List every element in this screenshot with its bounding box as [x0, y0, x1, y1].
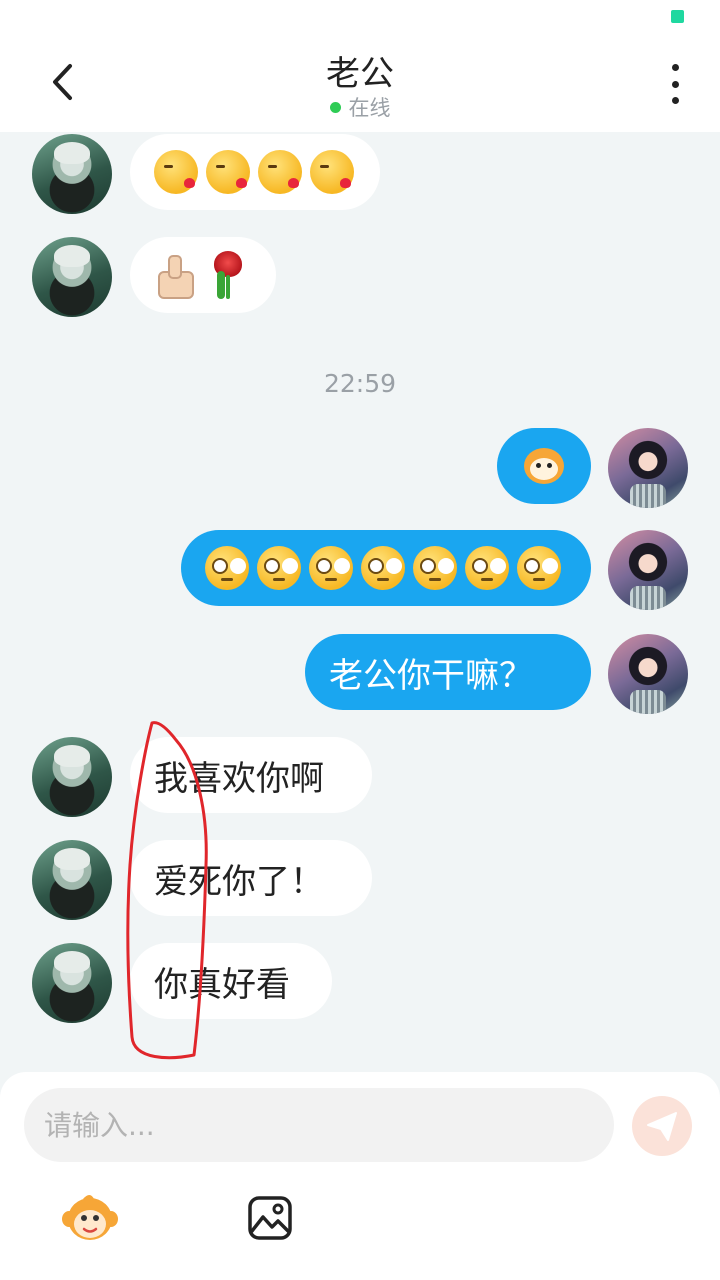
partner-avatar[interactable]: [32, 737, 112, 817]
message-text: 你真好看: [154, 964, 290, 1005]
flushed-face-emoji-icon: [517, 546, 561, 590]
message-text: 老公你干嘛？: [329, 655, 533, 696]
online-dot-icon: [329, 102, 341, 113]
message-bubble-incoming[interactable]: 爱死你了！: [130, 840, 372, 916]
send-button[interactable]: [632, 1096, 692, 1156]
monkey-sticker-icon: [524, 448, 564, 484]
contact-name: 老公: [326, 54, 394, 94]
message-composer: [0, 1072, 720, 1280]
rose-emoji-icon: [208, 251, 248, 299]
monkey-emoji-icon: [62, 1195, 118, 1240]
my-avatar[interactable]: [608, 428, 688, 508]
my-avatar[interactable]: [608, 634, 688, 714]
image-picker-button[interactable]: [240, 1188, 300, 1248]
message-bubble-outgoing[interactable]: 老公你干嘛？: [305, 634, 591, 710]
flushed-face-emoji-icon: [205, 546, 249, 590]
image-icon: [248, 1196, 292, 1240]
message-bubble-incoming[interactable]: [130, 134, 380, 210]
flushed-face-emoji-icon: [361, 546, 405, 590]
message-text: 爱死你了！: [154, 861, 324, 902]
send-icon: [647, 1112, 677, 1141]
notification-flag-icon: [671, 10, 684, 23]
partner-avatar[interactable]: [32, 237, 112, 317]
flushed-face-emoji-icon: [465, 546, 509, 590]
flushed-face-emoji-icon: [257, 546, 301, 590]
partner-avatar[interactable]: [32, 134, 112, 214]
flushed-face-emoji-icon: [413, 546, 457, 590]
partner-avatar[interactable]: [32, 840, 112, 920]
status-bar: [0, 0, 720, 36]
message-bubble-incoming[interactable]: 你真好看: [130, 943, 332, 1019]
message-input[interactable]: [24, 1088, 614, 1162]
message-timestamp: 22:59: [323, 369, 397, 398]
chat-header: 老公 在线: [0, 36, 720, 132]
kissing-heart-emoji-icon: [154, 150, 198, 194]
thumbs-up-emoji-icon: [154, 253, 198, 299]
presence-status: 在线: [0, 92, 720, 122]
partner-avatar[interactable]: [32, 943, 112, 1023]
kissing-heart-emoji-icon: [206, 150, 250, 194]
message-bubble-outgoing[interactable]: [181, 530, 591, 606]
message-bubble-incoming[interactable]: 我喜欢你啊: [130, 737, 372, 813]
flushed-face-emoji-icon: [309, 546, 353, 590]
message-bubble-outgoing[interactable]: [497, 428, 591, 504]
message-bubble-incoming[interactable]: [130, 237, 276, 313]
presence-label: 在线: [348, 96, 391, 120]
message-text: 我喜欢你啊: [154, 758, 324, 799]
my-avatar[interactable]: [608, 530, 688, 610]
message-list[interactable]: 22:59 老公你干嘛？ 我喜欢你啊 爱死你了！ 你真好看: [0, 132, 720, 1072]
kissing-heart-emoji-icon: [310, 150, 354, 194]
emoji-picker-button[interactable]: [60, 1188, 120, 1248]
kissing-heart-emoji-icon: [258, 150, 302, 194]
more-options-button[interactable]: [660, 64, 690, 104]
